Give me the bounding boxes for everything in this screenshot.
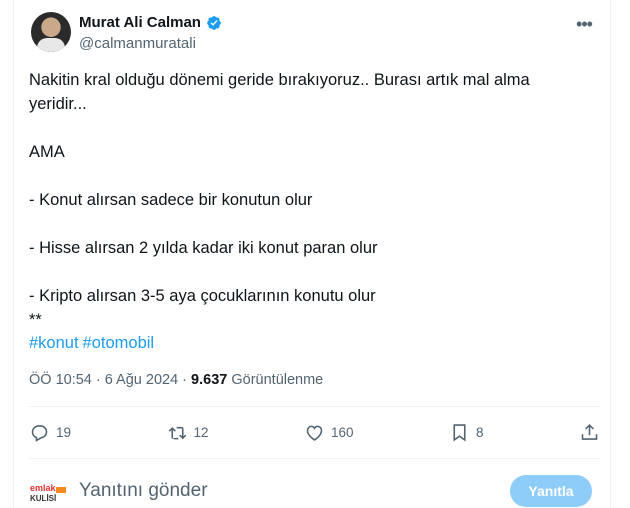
view-count: 9.637 — [191, 372, 228, 388]
author-name[interactable]: Murat Ali Calman — [79, 13, 201, 33]
retweet-icon — [168, 426, 186, 439]
tweet-meta: ÖÖ 10:54 · 6 Ağu 2024 · 9.637 Görüntülen… — [29, 370, 323, 390]
view-label: Görüntülenme — [231, 372, 324, 388]
reply-input[interactable]: Yanıtını gönder — [79, 479, 208, 503]
like-button[interactable]: 160 — [304, 422, 354, 443]
divider — [29, 406, 600, 407]
tweet-time[interactable]: ÖÖ 10:54 · 6 Ağu 2024 · — [29, 372, 187, 388]
svg-text:KULİSİ: KULİSİ — [30, 494, 56, 503]
bookmark-icon — [453, 423, 466, 441]
action-bar: 19 12 160 8 — [29, 418, 600, 446]
reply-button[interactable]: 19 — [29, 422, 71, 443]
hashtag-link[interactable]: #otomobil — [83, 334, 155, 352]
verified-icon — [207, 16, 221, 30]
hashtag-link[interactable]: #konut — [29, 334, 79, 352]
reply-icon — [31, 424, 48, 442]
like-icon — [306, 425, 323, 441]
divider — [29, 458, 600, 459]
retweet-count: 12 — [193, 424, 209, 440]
reply-count: 19 — [56, 424, 72, 440]
tweet-text: Nakitin kral olduğu dönemi geride bırakı… — [29, 71, 530, 329]
avatar-logo-text: emlak — [30, 483, 57, 493]
reply-avatar[interactable]: emlak KULİSİ — [29, 478, 67, 504]
like-count: 160 — [331, 424, 354, 440]
bookmark-button[interactable]: 8 — [449, 422, 484, 443]
reply-submit-button[interactable]: Yanıtla — [510, 475, 592, 507]
bookmark-count: 8 — [476, 424, 484, 440]
share-button[interactable] — [579, 422, 600, 443]
share-icon — [581, 423, 598, 440]
more-icon[interactable]: ••• — [574, 14, 594, 34]
retweet-button[interactable]: 12 — [167, 422, 209, 443]
hashtags: #konut #otomobil — [29, 331, 158, 355]
author-handle[interactable]: @calmanmuratali — [79, 34, 196, 54]
author-name-row[interactable]: Murat Ali Calman — [79, 13, 222, 33]
avatar[interactable] — [31, 12, 71, 52]
